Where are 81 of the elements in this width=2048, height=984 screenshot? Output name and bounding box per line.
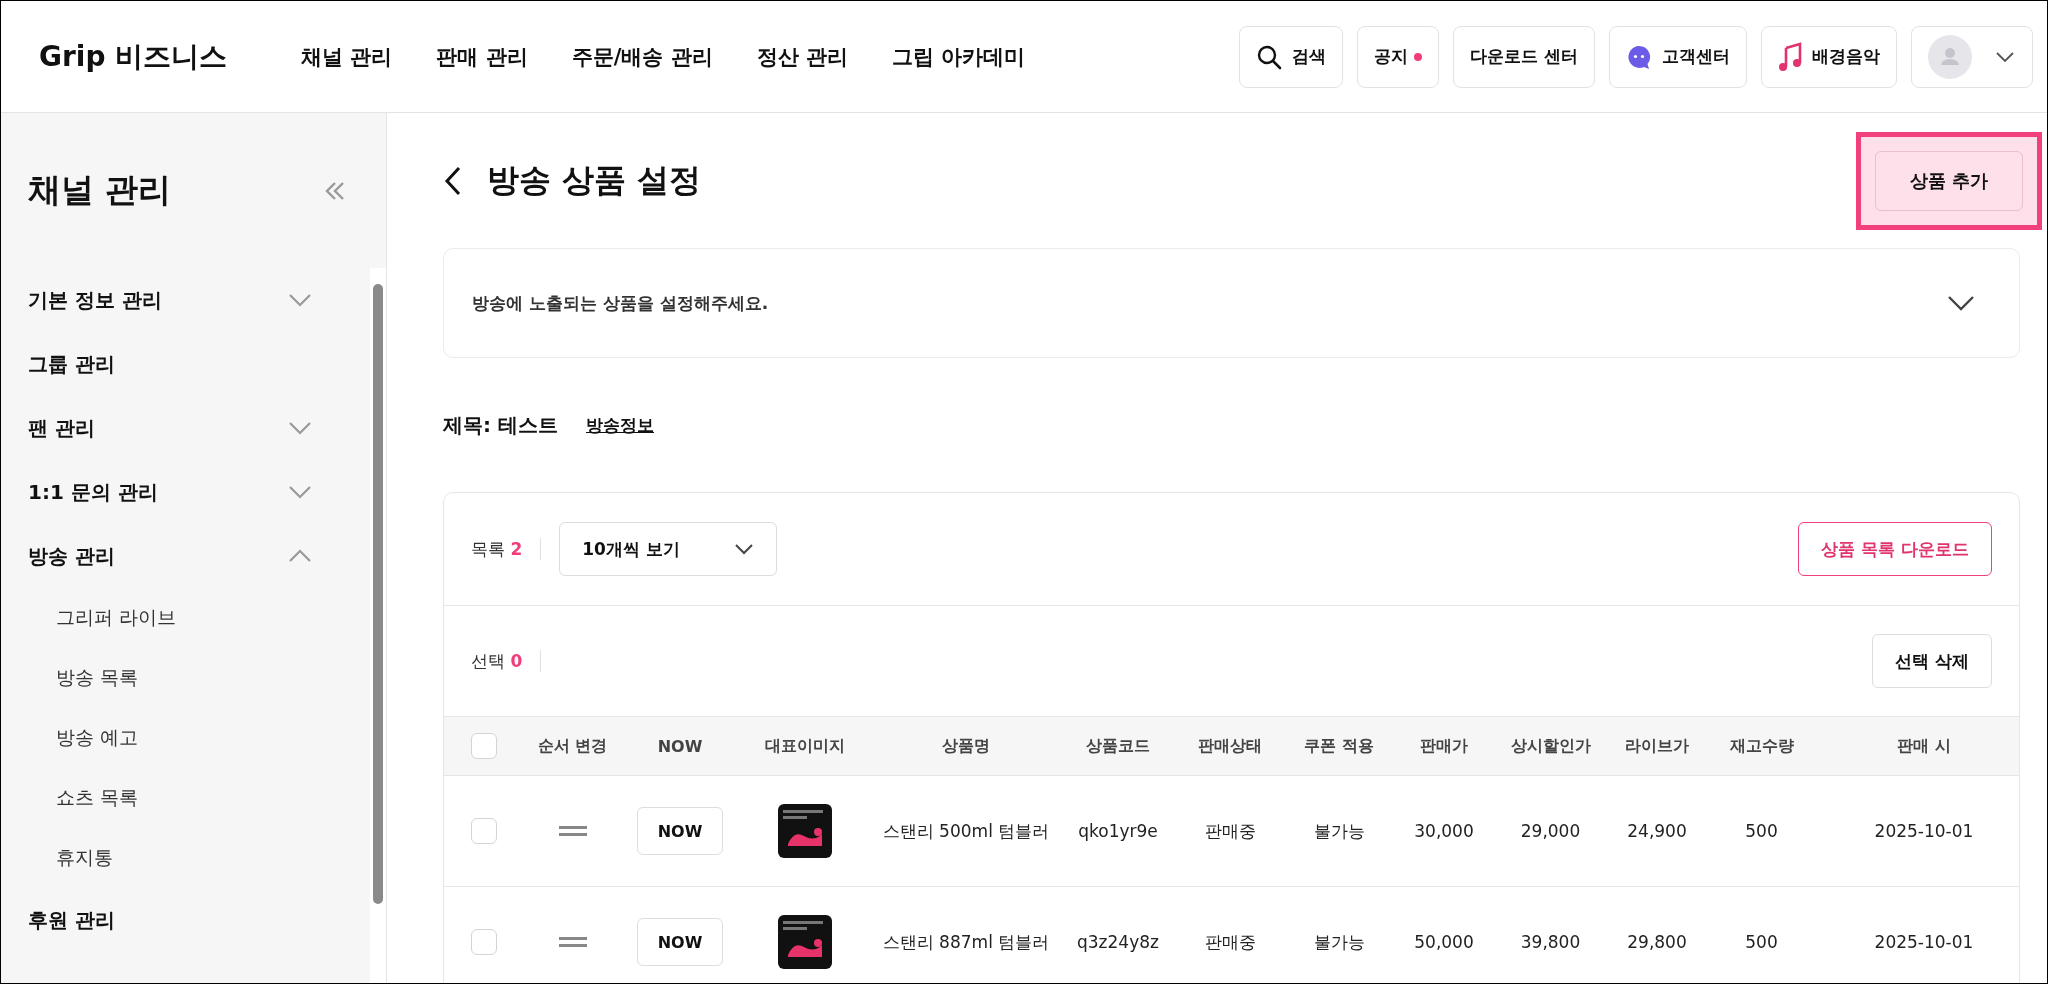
collapse-icon[interactable] <box>324 180 346 201</box>
music-note-icon <box>1778 41 1802 72</box>
column-header: 상품코드 <box>1085 735 1151 757</box>
table-cell-text: 500 <box>1744 821 1779 841</box>
chevron-down-icon <box>734 543 755 555</box>
table-cell-text: 30,000 <box>1413 821 1475 841</box>
table-cell-text: 24,900 <box>1626 821 1688 841</box>
background-music-button[interactable]: 배경음악 <box>1761 25 1897 88</box>
column-header: 쿠폰 적용 <box>1303 735 1375 757</box>
table-cell-text: qko1yr9e <box>1077 821 1159 841</box>
column-header: 판매가 <box>1419 735 1469 757</box>
download-center-button[interactable]: 다운로드 센터 <box>1453 25 1595 88</box>
profile-button[interactable] <box>1911 25 2033 88</box>
table-cell-text: 판매중 <box>1203 819 1257 843</box>
sidebar-item[interactable]: 1:1 문의 관리 <box>28 460 370 524</box>
column-header: NOW <box>656 736 704 756</box>
selected-count: 선택 0 <box>471 649 523 673</box>
sidebar-item[interactable]: 그룹 관리 <box>28 332 370 396</box>
table-cell-text: q3z24y8z <box>1076 932 1160 952</box>
table-cell-text: 불가능 <box>1312 819 1366 843</box>
search-icon <box>1256 43 1283 70</box>
search-button[interactable]: 검색 <box>1239 25 1344 88</box>
table-cell-text: 2025-10-01 <box>1873 932 1975 952</box>
add-product-button[interactable]: 상품 추가 <box>1874 150 2023 211</box>
nav-link[interactable]: 정산 관리 <box>756 42 848 71</box>
table-cell-text: 29,000 <box>1519 821 1582 841</box>
table-cell-text: 불가능 <box>1312 930 1366 954</box>
column-header: 대표이미지 <box>763 735 846 757</box>
list-count: 목록 2 <box>471 537 523 561</box>
column-header: 판매 시 <box>1896 735 1952 757</box>
table-cell-text: 39,800 <box>1519 932 1582 952</box>
table-cell-text: 스탠리 887ml 텀블러 <box>881 930 1051 954</box>
sidebar-subitem[interactable]: 쇼츠 목록 <box>28 768 370 828</box>
drag-handle-icon[interactable] <box>558 826 587 836</box>
drag-handle-icon[interactable] <box>558 937 587 947</box>
download-list-button[interactable]: 상품 목록 다운로드 <box>1798 522 1992 576</box>
column-header: 상시할인가 <box>1509 735 1592 757</box>
sidebar-title: 채널 관리 <box>28 169 172 211</box>
delete-selected-button[interactable]: 선택 삭제 <box>1872 634 1992 688</box>
table-cell-text: 50,000 <box>1413 932 1475 952</box>
nav-link[interactable]: 주문/배송 관리 <box>571 42 713 71</box>
column-header: 재고수량 <box>1728 735 1795 757</box>
nav-link[interactable]: 채널 관리 <box>301 42 393 71</box>
table-cell-text: 2025-10-01 <box>1873 821 1975 841</box>
row-checkbox[interactable] <box>471 929 497 955</box>
logo[interactable]: Grip 비즈니스 <box>39 37 301 76</box>
table-cell-text: 판매중 <box>1203 930 1257 954</box>
sidebar-item[interactable]: 팬 관리 <box>28 396 370 460</box>
table-cell-text: 500 <box>1744 932 1779 952</box>
nav-link[interactable]: 판매 관리 <box>436 42 528 71</box>
nav-link[interactable]: 그립 아카데미 <box>891 42 1026 71</box>
notice-button[interactable]: 공지 <box>1357 25 1440 88</box>
notice-text: 방송에 노출되는 상품을 설정해주세요. <box>472 291 769 315</box>
avatar-icon <box>1928 34 1972 79</box>
sidebar-subitem[interactable]: 휴지통 <box>28 828 370 888</box>
broadcast-title: 제목: 테스트 <box>443 411 558 439</box>
sidebar-item[interactable]: 기본 정보 관리 <box>28 268 370 332</box>
table-cell-text: 29,800 <box>1626 932 1688 952</box>
page-size-dropdown[interactable]: 10개씩 보기 <box>559 522 778 576</box>
chevron-down-icon <box>1996 51 2014 62</box>
broadcast-info-link[interactable]: 방송정보 <box>585 413 654 437</box>
notice-panel[interactable]: 방송에 노출되는 상품을 설정해주세요. <box>443 248 2020 358</box>
scrollbar[interactable] <box>370 268 386 983</box>
sidebar-subitem[interactable]: 그리퍼 라이브 <box>28 588 370 648</box>
page-title: 방송 상품 설정 <box>487 159 702 201</box>
row-checkbox[interactable] <box>471 818 497 844</box>
sidebar-subitem[interactable]: 방송 목록 <box>28 648 370 708</box>
sidebar-item[interactable]: 방송 관리 <box>28 524 370 588</box>
sidebar-item[interactable]: 후원 관리 <box>28 888 370 952</box>
column-header: 판매상태 <box>1197 735 1263 757</box>
now-button[interactable]: NOW <box>636 918 724 966</box>
sidebar-subitem[interactable]: 방송 예고 <box>28 708 370 768</box>
column-header: 상품명 <box>941 735 991 757</box>
select-all-checkbox[interactable] <box>471 733 497 759</box>
back-icon[interactable] <box>443 164 463 197</box>
now-button[interactable]: NOW <box>636 807 724 855</box>
column-header: 라이브가 <box>1624 735 1690 757</box>
customer-center-button[interactable]: 고객센터 <box>1609 25 1747 88</box>
column-header: 순서 변경 <box>536 735 609 757</box>
table-cell-text: 스탠리 500ml 텀블러 <box>881 819 1051 843</box>
chat-bubble-icon <box>1626 43 1652 70</box>
